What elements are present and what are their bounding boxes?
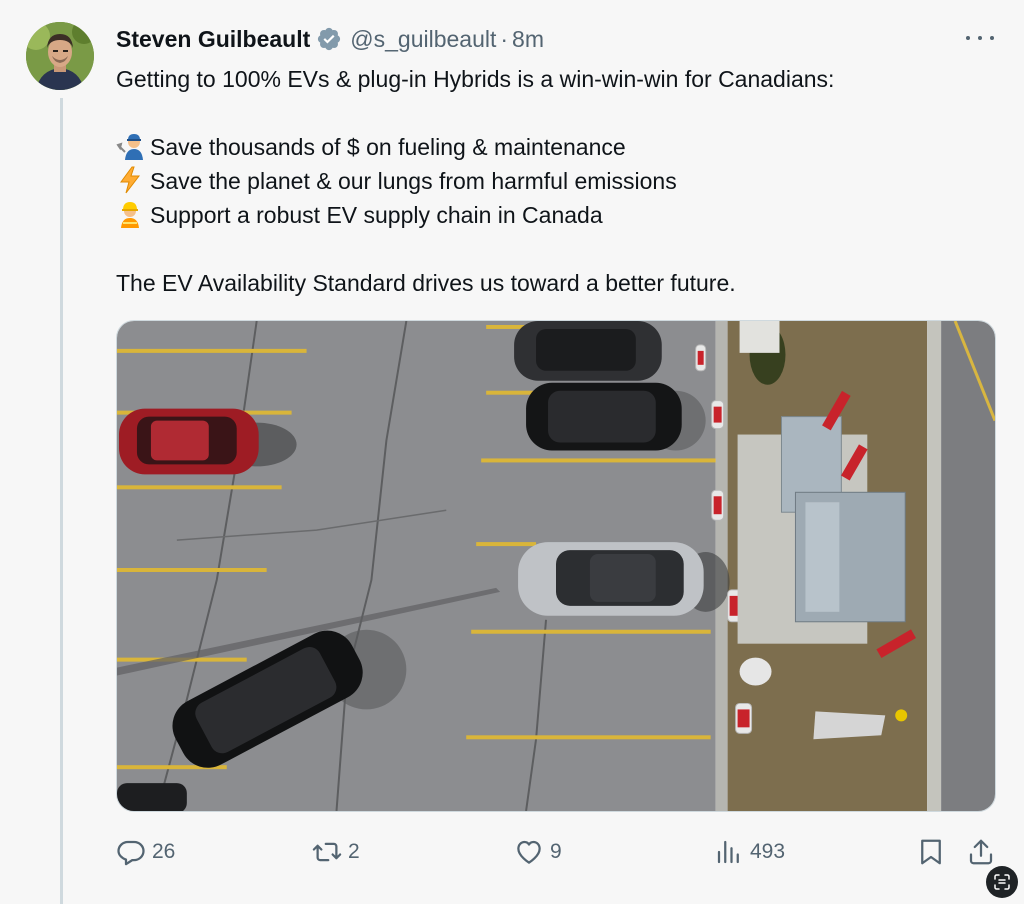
bookmark-icon <box>921 839 941 865</box>
tweet-media-photo[interactable] <box>116 320 996 812</box>
views-chart-icon <box>717 840 739 864</box>
bullet-text: Save thousands of $ on fueling & mainten… <box>150 134 626 160</box>
mechanic-emoji-icon <box>116 132 144 160</box>
repost-button[interactable]: 2 <box>312 832 360 872</box>
bullet-line: Save thousands of $ on fueling & mainten… <box>116 130 996 164</box>
tweet-intro: Getting to 100% EVs & plug-in Hybrids is… <box>116 66 835 92</box>
text-recognition-icon[interactable] <box>986 866 1018 898</box>
bookmark-button[interactable] <box>916 832 946 872</box>
like-count: 9 <box>550 840 562 863</box>
views-button[interactable]: 493 <box>714 832 785 872</box>
bullet-text: Support a robust EV supply chain in Cana… <box>150 202 603 228</box>
tweet-closing: The EV Availability Standard drives us t… <box>116 270 736 296</box>
bullet-text: Save the planet & our lungs from harmful… <box>150 168 677 194</box>
tweet-header: Steven Guilbeault @s_guilbeault · 8m <box>116 22 544 56</box>
reply-icon <box>117 840 145 866</box>
bullet-line: Support a robust EV supply chain in Cana… <box>116 198 996 232</box>
reply-button[interactable]: 26 <box>116 832 175 872</box>
author-handle[interactable]: @s_guilbeault <box>350 26 496 53</box>
author-display-name[interactable]: Steven Guilbeault <box>116 26 310 53</box>
bullet-line: Save the planet & our lungs from harmful… <box>116 164 996 198</box>
like-button[interactable]: 9 <box>514 832 562 872</box>
repost-icon <box>312 842 342 862</box>
repost-count: 2 <box>348 840 360 863</box>
avatar[interactable] <box>26 22 94 90</box>
thread-line <box>60 98 63 904</box>
tweet-actions: 26 2 9 493 <box>116 832 996 872</box>
share-icon <box>969 839 993 865</box>
construction-worker-emoji-icon <box>116 200 144 228</box>
view-count: 493 <box>750 840 786 863</box>
heart-icon <box>517 840 541 864</box>
tweet-timestamp[interactable]: 8m <box>512 26 544 53</box>
reply-count: 26 <box>152 840 176 863</box>
share-button[interactable] <box>966 832 996 872</box>
separator-dot: · <box>500 25 509 52</box>
verified-badge-icon[interactable] <box>316 26 342 52</box>
avatar-photo <box>26 22 94 90</box>
more-options-icon[interactable] <box>966 26 994 50</box>
lightning-emoji-icon <box>116 166 144 194</box>
tweet-text: Getting to 100% EVs & plug-in Hybrids is… <box>116 62 996 300</box>
